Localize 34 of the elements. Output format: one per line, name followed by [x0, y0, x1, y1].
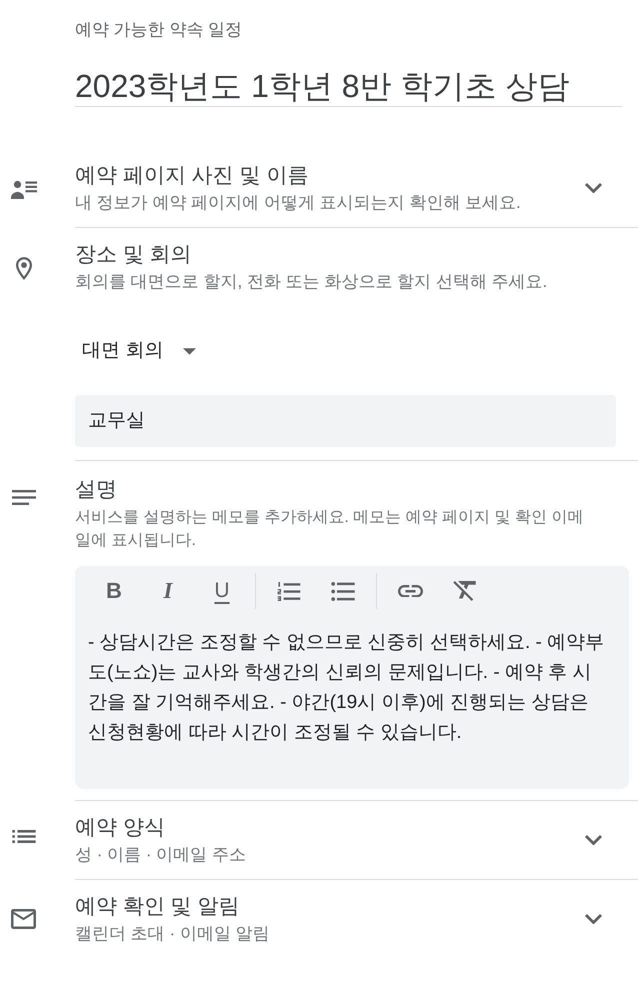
list-icon — [12, 830, 36, 843]
person-list-icon — [10, 179, 36, 199]
link-icon — [398, 584, 422, 598]
numbered-list-icon — [277, 582, 301, 600]
italic-button[interactable]: I — [148, 573, 188, 609]
meeting-type-dropdown[interactable]: 대면 회의 — [75, 331, 200, 371]
section-title: 예약 확인 및 알림 — [75, 894, 241, 920]
title-field[interactable]: 2023학년도 1학년 8반 학기초 상담 — [75, 66, 622, 107]
underline-button[interactable]: U — [202, 573, 242, 609]
expand-button[interactable] — [585, 834, 602, 846]
bulleted-list-icon — [331, 582, 355, 600]
page-label: 예약 가능한 약속 일정 — [75, 19, 244, 41]
section-summary: 성 · 이름 · 이메일 주소 — [75, 844, 247, 866]
section-description: 회의를 대면으로 할지, 전화 또는 화상으로 할지 선택해 주세요. — [75, 271, 548, 293]
notes-icon — [12, 490, 36, 505]
section-title: 예약 페이지 사진 및 이름 — [75, 163, 310, 189]
mail-icon — [11, 909, 36, 929]
bold-button[interactable]: B — [94, 573, 134, 609]
chevron-down-icon — [585, 914, 602, 924]
chevron-down-icon — [585, 834, 602, 846]
description-input[interactable]: - 상담시간은 조정할 수 없으므로 신중히 선택하세요. - 예약부도(노쇼)는 교사와 학생간의 신뢰의 문제입니다. - 예약 후 시간을 잘 기억해주세요. - 야간(19시 이후)에 진행되는 상담은 신청현황에 따라 시간이 조정될 수 있습니다. — [88, 616, 608, 748]
section-title: 예약 양식 — [75, 815, 166, 841]
clear-format-icon — [452, 581, 476, 601]
chevron-down-icon — [585, 182, 602, 194]
section-title: 장소 및 회의 — [75, 242, 193, 268]
expand-button[interactable] — [585, 914, 602, 924]
location-pin-icon — [16, 257, 32, 280]
section-summary: 내 정보가 예약 페이지에 어떻게 표시되는지 확인해 보세요. — [75, 192, 522, 214]
expand-button[interactable] — [585, 182, 602, 194]
section-summary: 캘린더 초대 · 이메일 알림 — [75, 923, 271, 945]
location-field[interactable]: 교무실 — [75, 395, 616, 447]
caret-icon — [183, 348, 196, 354]
section-description: 서비스를 설명하는 메모를 추가하세요. 메모는 예약 페이지 및 확인 이메일에 표시됩니다. — [75, 508, 584, 551]
section-title: 설명 — [75, 477, 118, 503]
